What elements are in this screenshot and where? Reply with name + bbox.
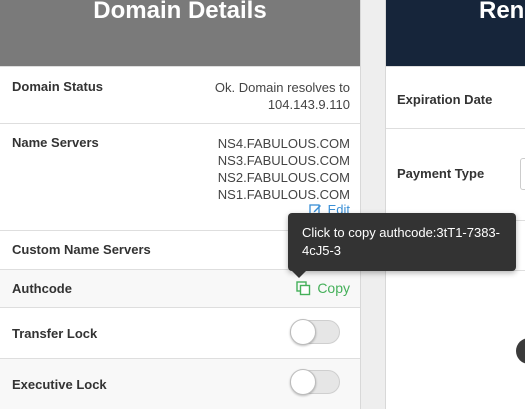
- domain-status-value: Ok. Domain resolves to 104.143.9.110: [215, 79, 350, 113]
- copy-authcode-tooltip: Click to copy authcode:3tT1-7383-4cJ5-3: [288, 213, 516, 278]
- copy-label: Copy: [317, 280, 350, 296]
- copy-icon: [296, 280, 311, 295]
- name-server-item: NS1.FABULOUS.COM: [217, 187, 350, 202]
- name-servers-list: NS4.FABULOUS.COM NS3.FABULOUS.COM NS2.FA…: [218, 135, 350, 203]
- name-server-item: NS3.FABULOUS.COM: [217, 153, 350, 168]
- authcode-label: Authcode: [12, 281, 72, 296]
- domain-status-ip: 104.143.9.110: [267, 97, 350, 112]
- payment-type-select[interactable]: [520, 158, 525, 190]
- renewal-toggle[interactable]: [516, 338, 525, 364]
- renewal-title: Rene: [479, 0, 525, 24]
- domain-status-row: Domain Status Ok. Domain resolves to 104…: [0, 66, 360, 123]
- renewal-panel: Rene Expiration Date Payment Type: [385, 0, 525, 409]
- transfer-lock-toggle[interactable]: [290, 319, 340, 345]
- name-server-item: NS2.FABULOUS.COM: [217, 170, 350, 185]
- executive-lock-toggle[interactable]: [290, 369, 340, 395]
- transfer-lock-label: Transfer Lock: [12, 326, 98, 341]
- name-server-item: NS4.FABULOUS.COM: [217, 136, 350, 151]
- domain-details-panel: Domain Details Domain Status Ok. Domain …: [0, 0, 361, 409]
- tooltip-text: Click to copy authcode:3tT1-7383-4cJ5-3: [302, 225, 500, 258]
- executive-lock-label: Executive Lock: [12, 377, 107, 392]
- executive-lock-row: Executive Lock: [0, 358, 360, 409]
- copy-authcode-button[interactable]: Copy: [296, 280, 350, 296]
- expiration-date-row: Expiration Date: [386, 66, 525, 128]
- name-servers-label: Name Servers: [12, 135, 99, 150]
- custom-name-servers-label: Custom Name Servers: [12, 242, 151, 257]
- toggle-knob: [290, 319, 316, 345]
- domain-status-text: Ok. Domain resolves to: [214, 80, 350, 95]
- authcode-row: Authcode Copy: [0, 269, 360, 307]
- tooltip-arrow: [292, 271, 306, 278]
- renewal-header: Rene: [386, 0, 525, 66]
- renewal-footer: [386, 270, 525, 409]
- panel-title: Domain Details: [93, 0, 267, 24]
- toggle-knob: [290, 369, 316, 395]
- payment-type-row: Payment Type: [386, 128, 525, 220]
- domain-details-header: Domain Details: [0, 0, 360, 66]
- expiration-date-label: Expiration Date: [397, 92, 493, 107]
- domain-status-label: Domain Status: [12, 79, 104, 94]
- payment-type-label: Payment Type: [397, 166, 485, 181]
- transfer-lock-row: Transfer Lock: [0, 307, 360, 358]
